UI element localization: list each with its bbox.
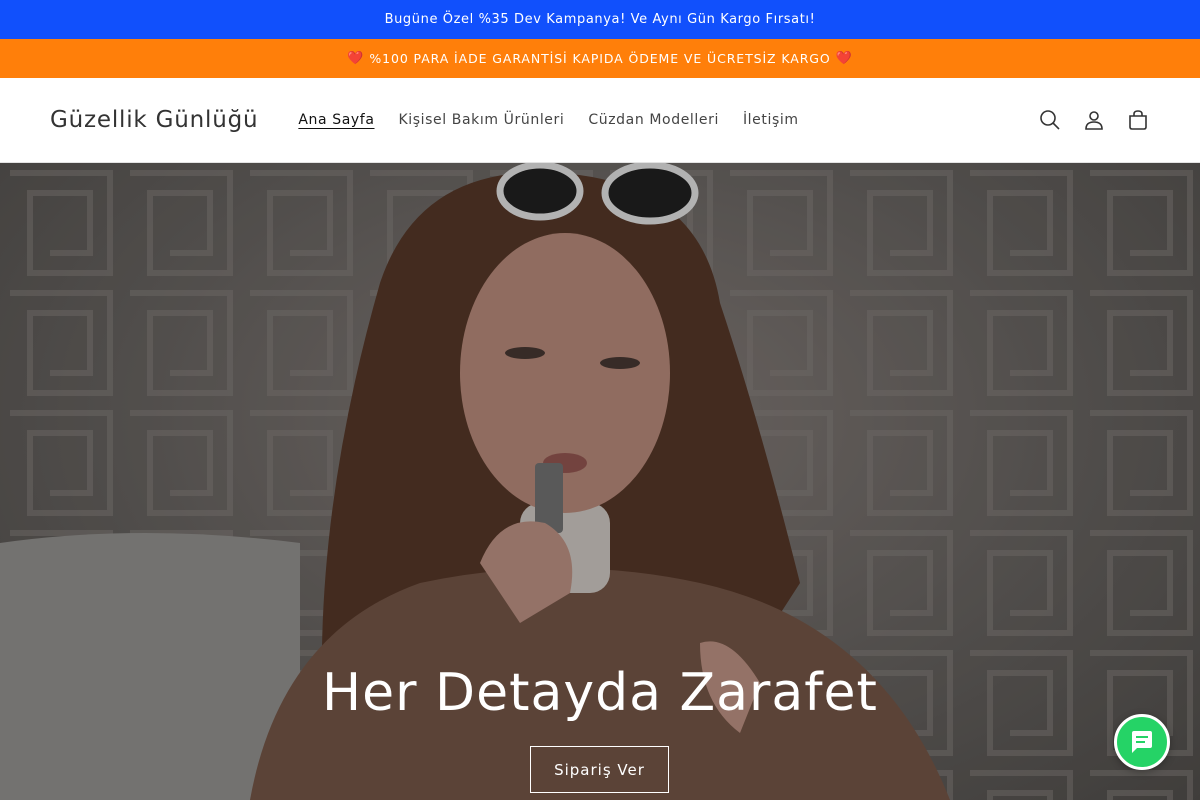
announcement-text-top: Bugüne Özel %35 Dev Kampanya! Ve Aynı Gü… [384,12,816,27]
site-header: Güzellik Günlüğü Ana Sayfa Kişisel Bakım… [0,78,1200,163]
main-nav: Ana Sayfa Kişisel Bakım Ürünleri Cüzdan … [286,106,810,134]
header-icons [1038,108,1150,132]
search-icon[interactable] [1038,108,1062,132]
site-logo[interactable]: Güzellik Günlüğü [50,107,258,133]
heart-icon: ❤️ [347,51,365,66]
hero-title: Her Detayda Zarafet [322,663,878,723]
nav-item-contact[interactable]: İletişim [731,106,811,134]
nav-item-personal-care[interactable]: Kişisel Bakım Ürünleri [387,106,577,134]
chat-icon [1132,731,1152,753]
nav-item-wallets[interactable]: Cüzdan Modelleri [576,106,731,134]
nav-item-home[interactable]: Ana Sayfa [286,106,386,134]
announcement-bar-second: ❤️ %100 PARA İADE GARANTİSİ KAPIDA ÖDEME… [0,39,1200,78]
account-icon[interactable] [1082,108,1106,132]
heart-icon: ❤️ [835,51,853,66]
announcement-bar-top: Bugüne Özel %35 Dev Kampanya! Ve Aynı Gü… [0,0,1200,39]
cart-icon[interactable] [1126,108,1150,132]
chat-button[interactable] [1114,714,1170,770]
order-button[interactable]: Sipariş Ver [530,746,669,793]
announcement-text-second: %100 PARA İADE GARANTİSİ KAPIDA ÖDEME VE… [369,51,831,66]
hero-banner: Her Detayda Zarafet Sipariş Ver [0,163,1200,800]
